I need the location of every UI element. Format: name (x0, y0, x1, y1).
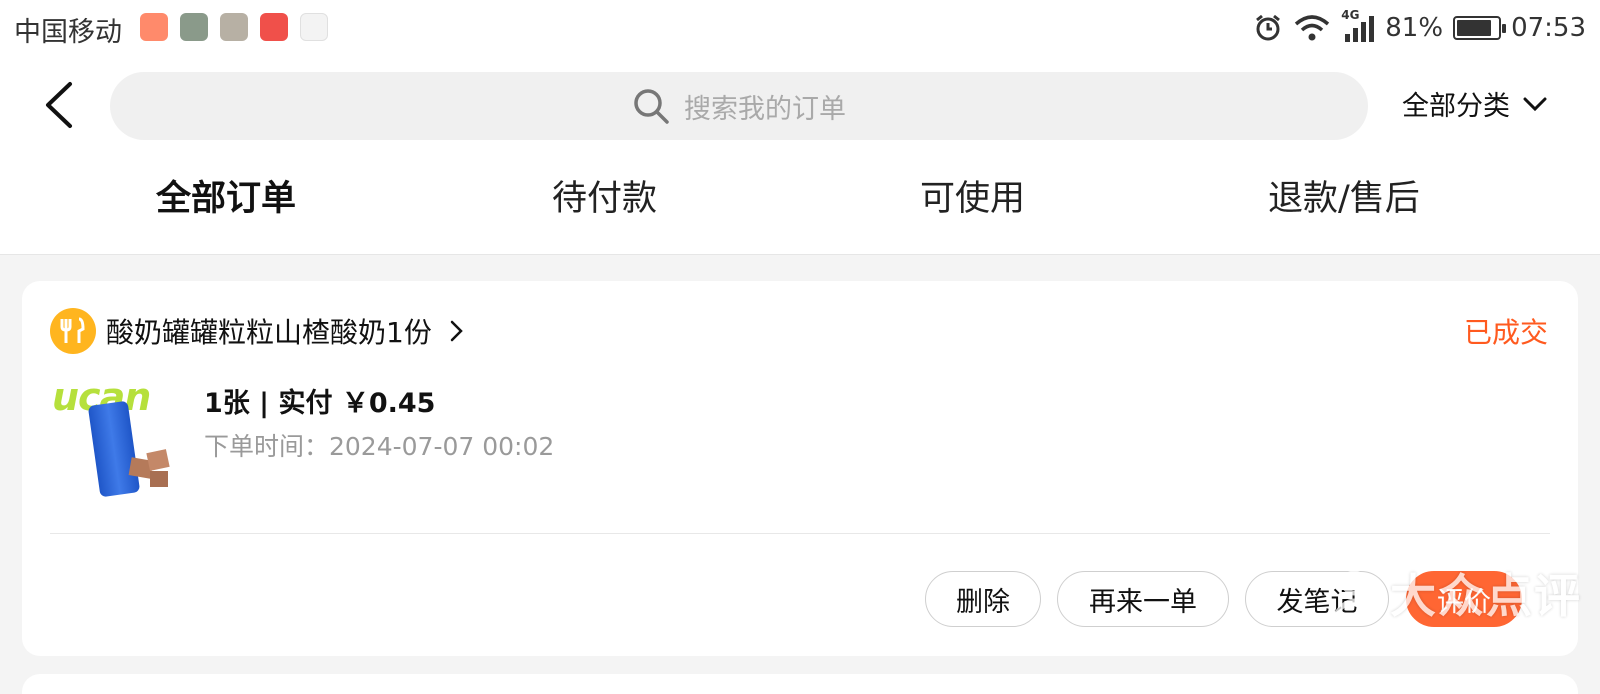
notification-photo-icon (220, 13, 248, 41)
chevron-down-icon (1523, 97, 1547, 111)
order-time: 下单时间：2024-07-07 00:02 (204, 432, 555, 461)
order-summary: 1张 | 实付 ￥0.45 (204, 388, 436, 419)
tab-pending-payment[interactable]: 待付款 (552, 170, 657, 221)
order-tabs: 全部订单 待付款 可使用 退款/售后 (0, 170, 1600, 240)
watermark: 大众点评 (1326, 560, 1582, 626)
signal-icon: 4G (1341, 8, 1375, 44)
battery-icon (1453, 16, 1507, 40)
category-label: 全部分类 (1402, 91, 1510, 122)
notification-app-icon (260, 13, 288, 41)
order-status: 已成交 (1463, 316, 1548, 349)
delete-button[interactable]: 删除 (925, 571, 1041, 627)
tab-label: 可使用 (920, 179, 1026, 219)
product-cube-image (146, 449, 170, 471)
shop-name-link[interactable]: 酸奶罐罐粒粒山楂酸奶1份 (106, 311, 464, 351)
wifi-icon (1295, 15, 1330, 41)
notification-photo-icon (180, 13, 208, 41)
chevron-right-icon (450, 320, 463, 342)
search-icon (634, 89, 669, 124)
tab-label: 全部订单 (156, 179, 297, 219)
tab-usable[interactable]: 可使用 (920, 170, 1025, 221)
search-input[interactable]: 搜索我的订单 (110, 72, 1368, 140)
back-arrow-icon[interactable] (40, 78, 80, 132)
notification-app-icon (300, 13, 328, 41)
clock: 07:53 (1511, 13, 1586, 43)
alarm-icon (1256, 14, 1281, 41)
reorder-button[interactable]: 再来一单 (1057, 571, 1229, 627)
product-thumbnail[interactable]: ucan (50, 381, 184, 501)
status-bar: 中国移动 4G 81% 07:53 (0, 0, 1600, 56)
status-indicators: 4G 81% 07:53 (1253, 8, 1586, 48)
dianping-logo-icon (1331, 570, 1377, 619)
tab-label: 待付款 (552, 179, 658, 219)
tab-refund[interactable]: 退款/售后 (1268, 170, 1420, 221)
notification-app-icon (140, 13, 168, 41)
tab-label: 退款/售后 (1268, 179, 1420, 219)
search-placeholder: 搜索我的订单 (684, 93, 846, 125)
battery-percent: 81% (1385, 13, 1444, 43)
divider (50, 533, 1550, 534)
category-dropdown[interactable]: 全部分类 (1402, 84, 1548, 123)
product-cube-image (150, 471, 168, 487)
divider (0, 254, 1600, 255)
watermark-text: 大众点评 (1390, 569, 1582, 623)
restaurant-icon (50, 308, 96, 354)
top-area: 中国移动 4G 81% 07:53 搜索我的订单 全部分类 全部订单 待付款 可… (0, 0, 1600, 255)
tab-all-orders[interactable]: 全部订单 (156, 170, 297, 223)
shop-name: 酸奶罐罐粒粒山楂酸奶1份 (106, 316, 432, 349)
next-card-edge (22, 674, 1578, 694)
carrier-label: 中国移动 (14, 17, 122, 48)
